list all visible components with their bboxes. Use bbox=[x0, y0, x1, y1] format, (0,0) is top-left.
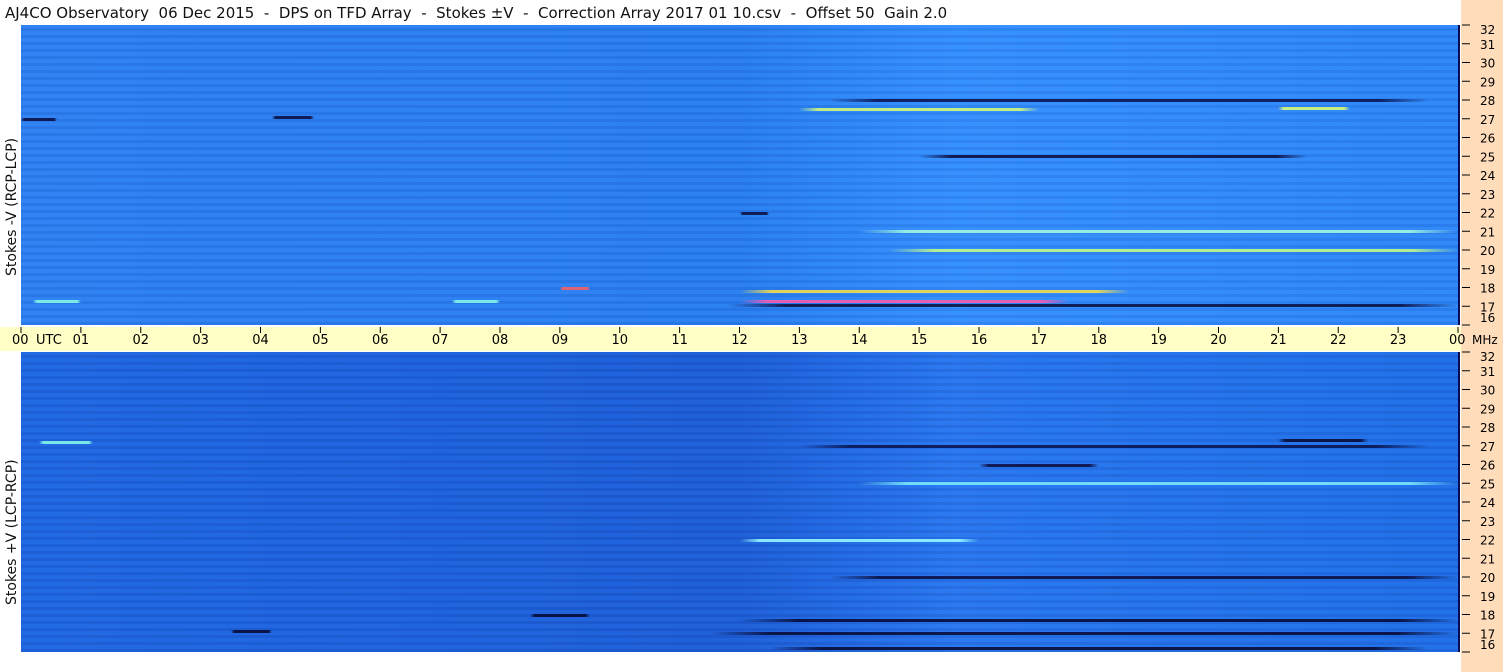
spectral-feature bbox=[272, 115, 315, 119]
spectral-feature bbox=[739, 619, 1458, 623]
spectral-feature bbox=[859, 482, 1458, 486]
spectral-feature bbox=[727, 304, 1458, 308]
spectral-feature bbox=[32, 299, 81, 303]
spectral-feature bbox=[829, 576, 1458, 579]
spectrogram-top bbox=[21, 25, 1460, 325]
spectral-feature bbox=[979, 463, 1099, 467]
spectral-feature bbox=[859, 230, 1458, 234]
spectral-feature bbox=[799, 108, 1039, 112]
spectral-feature bbox=[1278, 439, 1369, 443]
time-axis-band bbox=[0, 327, 1461, 351]
spectral-feature bbox=[709, 632, 1458, 636]
spectral-feature bbox=[1278, 106, 1351, 110]
spectrogram-bottom bbox=[21, 352, 1460, 652]
spectral-feature bbox=[739, 290, 1129, 294]
spectral-feature bbox=[919, 155, 1309, 159]
spectral-feature bbox=[230, 630, 273, 634]
spectral-feature bbox=[889, 249, 1458, 252]
spectrogram-bottom-background bbox=[21, 352, 1458, 652]
spectrogram-top-background bbox=[21, 25, 1458, 325]
spectral-feature bbox=[769, 647, 1429, 651]
spectral-feature bbox=[38, 441, 93, 444]
spectral-feature bbox=[739, 211, 770, 215]
spectral-feature bbox=[529, 613, 590, 617]
spectral-feature bbox=[829, 99, 1429, 102]
spectral-feature bbox=[739, 299, 1069, 303]
chart-title: AJ4CO Observatory 06 Dec 2015 - DPS on T… bbox=[5, 4, 948, 22]
y-axis-label-top: Stokes -V (RCP-LCP) bbox=[4, 137, 20, 276]
spectral-feature bbox=[21, 117, 57, 121]
y-axis-label-bottom: Stokes +V (LCP-RCP) bbox=[4, 459, 20, 605]
spectral-feature bbox=[799, 444, 1429, 448]
spectral-feature bbox=[559, 286, 590, 290]
spectral-feature bbox=[739, 538, 979, 542]
spectral-feature bbox=[452, 299, 500, 303]
frequency-axis-strip bbox=[1461, 0, 1503, 672]
